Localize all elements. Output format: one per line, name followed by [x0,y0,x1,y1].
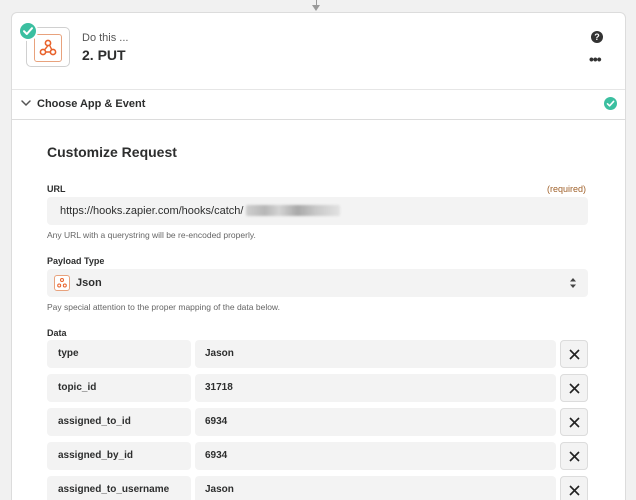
data-value-input[interactable]: Jason [195,340,556,368]
data-row: assigned_to_username Jason [47,476,588,500]
data-value: 6934 [205,416,228,427]
payload-type-label: Payload Type [47,256,105,266]
close-icon [569,383,580,394]
data-label: Data [47,328,67,338]
data-key: assigned_by_id [58,450,134,461]
url-hint: Any URL with a querystring will be re-en… [47,230,256,240]
data-row: type Jason [47,340,588,368]
redacted-url-segment [246,205,340,216]
close-icon [569,451,580,462]
data-key: type [58,348,79,359]
data-value: 6934 [205,450,228,461]
help-icon[interactable]: ? [591,31,603,43]
payload-hint: Pay special attention to the proper mapp… [47,302,280,312]
zap-step-card: Do this ... 2. PUT ? ••• Choose App & Ev… [11,12,626,500]
remove-row-button[interactable] [560,340,588,368]
section-complete-check-icon [604,97,617,110]
data-row: topic_id 31718 [47,374,588,402]
chevron-down-icon[interactable] [20,97,32,109]
data-value-input[interactable]: 6934 [195,408,556,436]
step-body: Customize Request URL (required) https:/… [12,121,625,500]
url-value: https://hooks.zapier.com/hooks/catch/ [60,205,244,217]
data-key-input[interactable]: assigned_to_username [47,476,191,500]
close-icon [569,485,580,496]
data-value: Jason [205,348,234,359]
step-header[interactable]: Do this ... 2. PUT ? ••• [12,13,625,89]
data-value-input[interactable]: 6934 [195,442,556,470]
webhook-icon [34,34,62,62]
choose-app-event-section[interactable]: Choose App & Event [12,89,625,120]
data-row: assigned_by_id 6934 [47,442,588,470]
data-key: assigned_to_username [58,484,170,495]
flow-connector-arrow [312,5,320,11]
url-input[interactable]: https://hooks.zapier.com/hooks/catch/ [47,197,588,225]
data-key: topic_id [58,382,97,393]
section-title: Choose App & Event [37,98,146,110]
close-icon [569,417,580,428]
close-icon [569,349,580,360]
customize-request-heading: Customize Request [47,144,177,160]
data-key-input[interactable]: type [47,340,191,368]
step-title: 2. PUT [82,47,126,63]
required-indicator: (required) [546,184,586,194]
payload-type-select[interactable]: Json [47,269,588,297]
step-complete-check-icon [18,21,38,41]
data-row: assigned_to_id 6934 [47,408,588,436]
remove-row-button[interactable] [560,476,588,500]
data-key-input[interactable]: assigned_to_id [47,408,191,436]
data-value: 31718 [205,382,233,393]
data-key: assigned_to_id [58,416,131,427]
data-key-input[interactable]: assigned_by_id [47,442,191,470]
data-value-input[interactable]: Jason [195,476,556,500]
payload-type-value: Json [76,277,102,289]
select-arrows-icon [570,278,576,288]
webhook-icon [54,275,70,291]
remove-row-button[interactable] [560,374,588,402]
data-value: Jason [205,484,234,495]
remove-row-button[interactable] [560,408,588,436]
more-options-icon[interactable]: ••• [589,52,602,66]
remove-row-button[interactable] [560,442,588,470]
data-value-input[interactable]: 31718 [195,374,556,402]
data-key-input[interactable]: topic_id [47,374,191,402]
step-subtitle: Do this ... [82,32,129,44]
customize-request-panel: Customize Request URL (required) https:/… [12,121,625,500]
url-label: URL [47,184,66,194]
